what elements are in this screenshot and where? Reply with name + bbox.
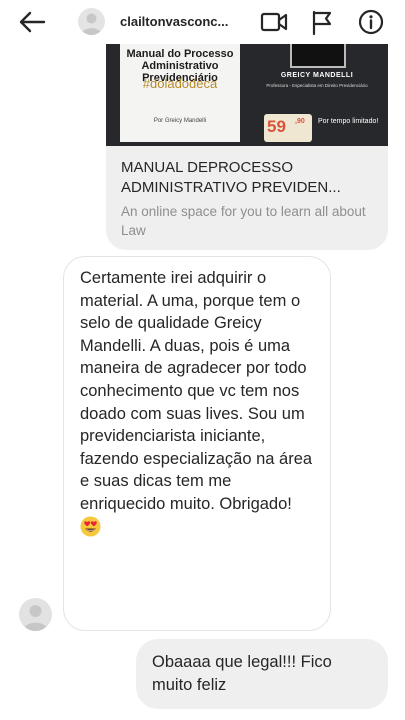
sent-message-bubble[interactable]: Obaaaa que legal!!! Fico muito feliz [136, 639, 388, 709]
price-whole: 59 [267, 117, 286, 136]
promo-author-name: GREICY MANDELLI [280, 72, 354, 79]
sent-message-text: Obaaaa que legal!!! Fico muito feliz [152, 653, 332, 694]
promo-author-role: Professora - Especialista em Direito Pre… [266, 83, 368, 88]
back-arrow-icon[interactable] [16, 8, 48, 36]
price-badge: 59 ,90 [264, 114, 312, 142]
book-cover: Manual do Processo Administrativo Previd… [120, 44, 240, 142]
book-hashtag: #doladodeca [142, 76, 218, 91]
author-photo [290, 44, 346, 68]
link-title-line1: MANUAL DEPROCESSO [121, 159, 293, 176]
sender-avatar[interactable] [19, 598, 52, 631]
heart-eyes-emoji-icon [80, 516, 101, 544]
chat-username[interactable]: clailtonvasconc... [120, 14, 242, 29]
info-icon[interactable] [357, 8, 385, 36]
link-description: An online space for you to learn all abo… [121, 204, 366, 238]
book-author: Por Greicy Mandelli [153, 118, 207, 124]
received-message-bubble[interactable]: Certamente irei adquirir o material. A u… [63, 256, 331, 631]
chat-header: clailtonvasconc... [0, 0, 405, 44]
received-message-text: Certamente irei adquirir o material. A u… [80, 269, 313, 513]
price-cents: ,90 [295, 118, 305, 125]
link-preview-image: Manual do Processo Administrativo Previd… [106, 44, 388, 146]
link-title-line2: ADMINISTRATIVO PREVIDEN... [121, 179, 341, 196]
video-call-icon[interactable] [260, 8, 288, 36]
shared-link-card[interactable]: Manual do Processo Administrativo Previd… [106, 44, 388, 250]
profile-avatar[interactable] [78, 8, 105, 35]
price-note: Por tempo limitado! [318, 118, 379, 125]
flag-icon[interactable] [308, 8, 336, 36]
link-title: MANUAL DEPROCESSO ADMINISTRATIVO PREVIDE… [121, 158, 379, 198]
